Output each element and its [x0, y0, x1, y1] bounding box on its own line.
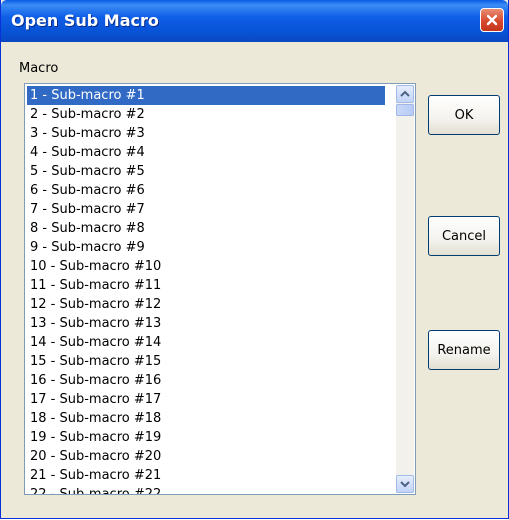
list-item[interactable]: 19 - Sub-macro #19 — [27, 428, 385, 447]
window-title: Open Sub Macro — [11, 11, 159, 30]
close-button[interactable] — [480, 8, 504, 32]
rename-button[interactable]: Rename — [428, 330, 500, 370]
ok-button[interactable]: OK — [428, 95, 500, 135]
title-bar[interactable]: Open Sub Macro — [1, 0, 508, 42]
list-item[interactable]: 12 - Sub-macro #12 — [27, 295, 385, 314]
list-item[interactable]: 4 - Sub-macro #4 — [27, 143, 385, 162]
list-item[interactable]: 20 - Sub-macro #20 — [27, 447, 385, 466]
scroll-thumb[interactable] — [396, 104, 414, 116]
list-item[interactable]: 2 - Sub-macro #2 — [27, 105, 385, 124]
list-item[interactable]: 13 - Sub-macro #13 — [27, 314, 385, 333]
list-item[interactable]: 3 - Sub-macro #3 — [27, 124, 385, 143]
list-item[interactable]: 9 - Sub-macro #9 — [27, 238, 385, 257]
list-item[interactable]: 18 - Sub-macro #18 — [27, 409, 385, 428]
vertical-scrollbar[interactable] — [396, 85, 414, 493]
macro-listbox[interactable]: 1 - Sub-macro #1 2 - Sub-macro #2 3 - Sub-… — [24, 83, 416, 495]
list-item[interactable]: 17 - Sub-macro #17 — [27, 390, 385, 409]
list-item[interactable]: 1 - Sub-macro #1 — [27, 86, 385, 105]
list-item[interactable]: 22 - Sub-macro #22 — [27, 485, 385, 494]
list-item[interactable]: 7 - Sub-macro #7 — [27, 200, 385, 219]
list-item[interactable]: 8 - Sub-macro #8 — [27, 219, 385, 238]
list-item[interactable]: 10 - Sub-macro #10 — [27, 257, 385, 276]
macro-label: Macro — [19, 61, 59, 76]
chevron-up-icon — [400, 90, 410, 97]
list-item[interactable]: 14 - Sub-macro #14 — [27, 333, 385, 352]
list-item[interactable]: 16 - Sub-macro #16 — [27, 371, 385, 390]
list-item[interactable]: 11 - Sub-macro #11 — [27, 276, 385, 295]
close-icon — [486, 14, 498, 26]
list-item[interactable]: 5 - Sub-macro #5 — [27, 162, 385, 181]
macro-list-items: 1 - Sub-macro #1 2 - Sub-macro #2 3 - Sub-… — [27, 86, 385, 494]
cancel-button[interactable]: Cancel — [428, 216, 500, 256]
list-item[interactable]: 15 - Sub-macro #15 — [27, 352, 385, 371]
scroll-down-button[interactable] — [396, 475, 414, 493]
list-item[interactable]: 6 - Sub-macro #6 — [27, 181, 385, 200]
scroll-up-button[interactable] — [396, 85, 414, 103]
chevron-down-icon — [400, 481, 410, 488]
list-item[interactable]: 21 - Sub-macro #21 — [27, 466, 385, 485]
